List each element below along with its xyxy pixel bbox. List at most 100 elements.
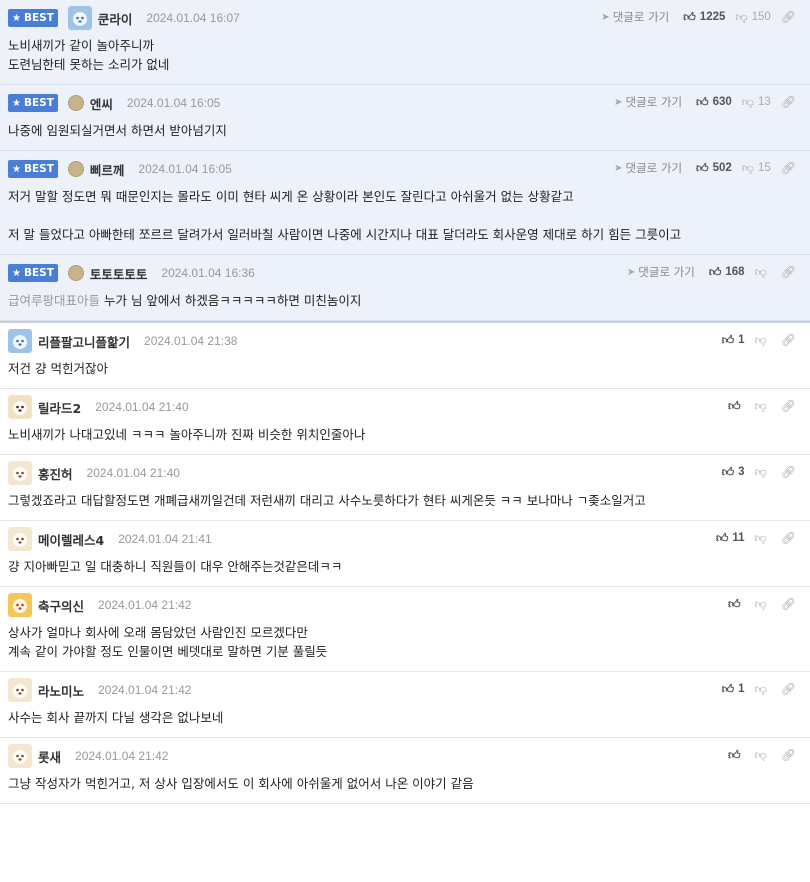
mention-prefix[interactable]: 급여루팡대표아들 — [8, 293, 100, 308]
comment-date: 2024.01.04 16:07 — [146, 11, 240, 25]
upvote-button[interactable]: 👍︎ — [728, 597, 745, 612]
upvote-count: 630 — [712, 96, 732, 108]
go-to-reply-link[interactable]: ➤ 댓글로 가기 — [601, 9, 669, 25]
avatar[interactable] — [8, 461, 32, 485]
avatar[interactable] — [8, 744, 32, 768]
avatar[interactable] — [8, 527, 32, 551]
go-to-reply-link[interactable]: ➤ 댓글로 가기 — [627, 264, 695, 280]
go-to-reply-link[interactable]: ➤ 댓글로 가기 — [614, 160, 682, 176]
author-nickname[interactable]: 홍진허 — [38, 464, 73, 483]
avatar[interactable] — [67, 6, 92, 30]
link-icon[interactable]: 🔗︎ — [781, 10, 796, 24]
link-icon[interactable]: 🔗︎ — [781, 465, 796, 479]
downvote-button[interactable]: 👎︎ — [755, 333, 771, 348]
upvote-button[interactable]: 👍︎ 1 — [722, 333, 745, 348]
thumbs-up-icon: 👍︎ — [728, 596, 741, 611]
downvote-button[interactable]: 👎︎ — [755, 597, 771, 612]
go-to-reply-link[interactable]: ➤ 댓글로 가기 — [614, 94, 682, 110]
downvote-button[interactable]: 👎︎ 150 — [735, 10, 770, 25]
comment-actions: 👍︎ 👎︎ 🔗︎ — [728, 389, 796, 423]
comment-date: 2024.01.04 21:38 — [144, 334, 238, 348]
comment: 릴라드2 2024.01.04 21:40 👍︎ 👎︎ 🔗︎ 노비새끼가 나대고있네 ㅋㅋ… — [0, 389, 810, 455]
comment-body: 저거 말할 정도면 뭐 때문인지는 몰라도 이미 현타 씨게 온 상황이라 본인… — [8, 187, 802, 254]
avatar[interactable] — [8, 329, 32, 353]
downvote-button[interactable]: 👎︎ — [755, 399, 771, 414]
comment-header: ★ BEST 엔씨 2024.01.04 16:05 ➤ 댓글로 가기 👍︎ 630 👎︎ 13 🔗… — [8, 85, 802, 121]
best-badge: ★ BEST — [8, 264, 58, 282]
upvote-button[interactable]: 👍︎ 502 — [696, 161, 732, 176]
upvote-button[interactable]: 👍︎ 3 — [722, 465, 745, 480]
link-icon[interactable]: 🔗︎ — [781, 399, 796, 413]
link-icon[interactable]: 🔗︎ — [781, 161, 796, 175]
comment: 라노미노 2024.01.04 21:42 👍︎ 1 👎︎ 🔗︎ 사수는 회사 끝까지 다닐… — [0, 672, 810, 738]
comment-actions: ➤ 댓글로 가기 👍︎ 630 👎︎ 13 🔗︎ — [614, 85, 796, 119]
best-badge: ★ BEST — [8, 94, 58, 112]
comment-header: ★ BEST 토토토토토 2024.01.04 16:36 ➤ 댓글로 가기 👍︎ 168 👎︎… — [8, 255, 802, 291]
avatar[interactable] — [8, 395, 32, 419]
avatar[interactable] — [8, 678, 32, 702]
comment-actions: 👍︎ 11 👎︎ 🔗︎ — [716, 521, 796, 555]
best-badge: ★ BEST — [8, 160, 58, 178]
upvote-count: 168 — [725, 266, 745, 278]
author-nickname[interactable]: 라노미노 — [38, 681, 84, 700]
upvote-button[interactable]: 👍︎ — [728, 748, 745, 763]
comment-header: 라노미노 2024.01.04 21:42 👍︎ 1 👎︎ 🔗︎ — [8, 672, 802, 708]
downvote-button[interactable]: 👎︎ — [755, 682, 771, 697]
link-icon[interactable]: 🔗︎ — [781, 531, 796, 545]
upvote-button[interactable]: 👍︎ 11 — [716, 531, 745, 546]
comment-text: 그냥 작성자가 먹힌거고, 저 상사 입장에서도 이 회사에 아쉬울게 없어서 … — [8, 776, 474, 791]
author-nickname[interactable]: 엔씨 — [90, 94, 113, 113]
upvote-button[interactable]: 👍︎ 1225 — [683, 10, 725, 25]
comment: 리플팔고니플핥기 2024.01.04 21:38 👍︎ 1 👎︎ 🔗︎ 저건 걍 먹힌거잖… — [0, 323, 810, 389]
link-icon[interactable]: 🔗︎ — [781, 597, 796, 611]
link-icon[interactable]: 🔗︎ — [781, 333, 796, 347]
upvote-button[interactable]: 👍︎ — [728, 399, 745, 414]
downvote-button[interactable]: 👎︎ 13 — [742, 95, 771, 110]
thumbs-up-icon: 👍︎ — [683, 9, 696, 24]
link-icon[interactable]: 🔗︎ — [781, 265, 796, 279]
downvote-button[interactable]: 👎︎ — [755, 465, 771, 480]
author-nickname[interactable]: 축구의신 — [38, 596, 84, 615]
comment-header: 메이렐레스4 2024.01.04 21:41 👍︎ 11 👎︎ 🔗︎ — [8, 521, 802, 557]
link-icon[interactable]: 🔗︎ — [781, 748, 796, 762]
upvote-button[interactable]: 👍︎ 168 — [709, 265, 745, 280]
downvote-button[interactable]: 👎︎ — [755, 265, 771, 280]
author-nickname[interactable]: 삐르께 — [90, 160, 125, 179]
avatar[interactable] — [67, 95, 84, 111]
upvote-button[interactable]: 👍︎ 1 — [722, 682, 745, 697]
downvote-button[interactable]: 👎︎ 15 — [742, 161, 771, 176]
thumbs-down-icon: 👎︎ — [754, 747, 767, 762]
best-badge-label: BEST — [23, 97, 54, 109]
comment-body: 그냥 작성자가 먹힌거고, 저 상사 입장에서도 이 회사에 아쉬울게 없어서 … — [8, 774, 802, 803]
comment-body: 급여루팡대표아들 누가 님 앞에서 하겠음ㅋㅋㅋㅋㅋ하면 미친놈이지 — [8, 291, 802, 320]
comment-date: 2024.01.04 16:05 — [126, 96, 221, 110]
downvote-count: 150 — [751, 11, 771, 23]
avatar[interactable] — [8, 593, 32, 617]
star-icon: ★ — [12, 163, 21, 175]
comment-header: 릴라드2 2024.01.04 21:40 👍︎ 👎︎ 🔗︎ — [8, 389, 802, 425]
avatar[interactable] — [67, 265, 84, 281]
upvote-button[interactable]: 👍︎ 630 — [696, 95, 732, 110]
link-icon[interactable]: 🔗︎ — [781, 95, 796, 109]
author-nickname[interactable]: 릴라드2 — [38, 398, 81, 417]
comment-header: 축구의신 2024.01.04 21:42 👍︎ 👎︎ 🔗︎ — [8, 587, 802, 623]
avatar[interactable] — [67, 161, 84, 177]
link-icon[interactable]: 🔗︎ — [781, 682, 796, 696]
author-nickname[interactable]: 롯새 — [38, 747, 61, 766]
thumbs-up-icon: 👍︎ — [715, 530, 729, 545]
comment-text: 저거 말할 정도면 뭐 때문인지는 몰라도 이미 현타 씨게 온 상황이라 본인… — [8, 189, 682, 242]
upvote-count: 1225 — [699, 11, 726, 23]
author-nickname[interactable]: 메이렐레스4 — [38, 530, 104, 549]
downvote-button[interactable]: 👎︎ — [755, 748, 771, 763]
author-nickname[interactable]: 쿤라이 — [98, 9, 133, 28]
downvote-button[interactable]: 👎︎ — [755, 531, 771, 546]
comment-date: 2024.01.04 21:42 — [75, 749, 169, 763]
comment-date: 2024.01.04 21:40 — [86, 466, 180, 480]
downvote-count: 15 — [757, 162, 771, 174]
comment-body: 저건 걍 먹힌거잖아 — [8, 359, 802, 388]
upvote-count: 3 — [738, 466, 745, 478]
author-nickname[interactable]: 토토토토토 — [90, 264, 148, 283]
author-nickname[interactable]: 리플팔고니플핥기 — [38, 332, 130, 351]
comment-date: 2024.01.04 21:41 — [118, 532, 212, 546]
best-comment: ★ BEST 엔씨 2024.01.04 16:05 ➤ 댓글로 가기 👍︎ 630 👎︎ 13 🔗… — [0, 85, 810, 151]
